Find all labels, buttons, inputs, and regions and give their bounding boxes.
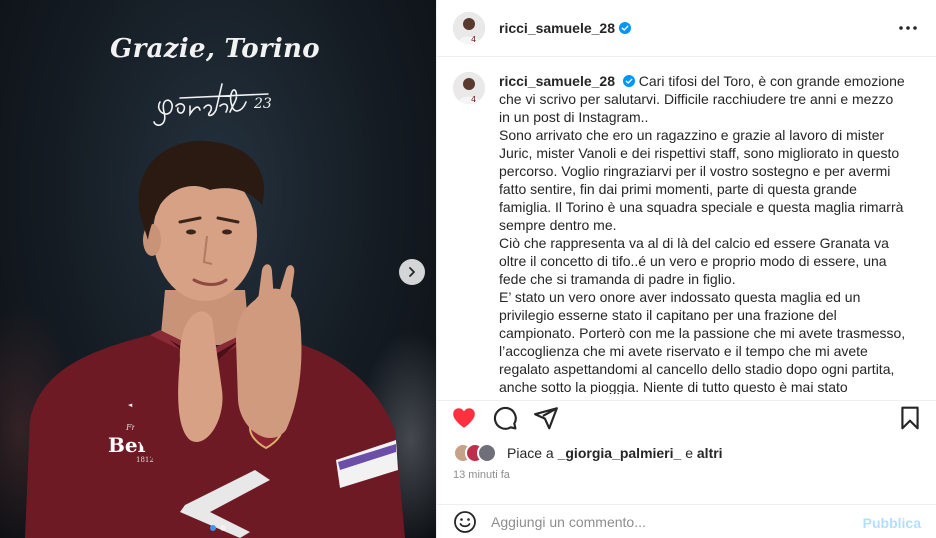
svg-text:4: 4 [471,95,476,104]
avatar [477,443,497,463]
likes-summary: Piace a _giorgia_palmieri_ e altri [453,443,723,463]
caption-avatar[interactable]: 4 [453,72,485,104]
paper-plane-icon[interactable] [533,405,559,431]
carousel-dot [220,525,226,531]
likes-text: Piace a _giorgia_palmieri_ e altri [507,445,723,461]
caption-paragraph: Ciò che rappresenta va al di là del calc… [499,235,889,287]
heart-filled-icon[interactable] [451,405,477,431]
more-options-icon[interactable] [898,20,918,36]
publish-button[interactable]: Pubblica [863,515,921,531]
post-image[interactable]: Grazie, Torino 23 Fratelli Beretta 1812 [0,0,436,538]
verified-badge-icon [622,75,635,87]
liker-avatars[interactable] [453,443,501,463]
caption-scroll-area[interactable]: 4 ricci_samuele_28 Cari tifosi del Toro,… [437,58,936,394]
verified-badge-icon [618,22,631,34]
carousel-indicator [0,525,436,531]
comment-bar: Pubblica [437,504,936,538]
comment-input[interactable] [491,513,831,530]
likes-prefix: Piace a [507,445,554,461]
caption: 4 ricci_samuele_28 Cari tifosi del Toro,… [453,72,921,394]
smiley-icon[interactable] [453,510,477,534]
jersey-year: 1812 [136,456,154,464]
svg-text:4: 4 [471,35,476,44]
caption-paragraph: Sono arrivato che ero un ragazzino e gra… [499,127,904,233]
caption-username[interactable]: ricci_samuele_28 [499,73,615,89]
carousel-next-button[interactable] [399,259,425,285]
likes-conjunction: e [685,445,693,461]
comment-bubble-icon[interactable] [492,405,518,431]
player-photo: Fratelli Beretta 1812 [25,140,405,538]
avatar[interactable]: 4 [453,12,485,44]
action-bar [437,400,936,434]
likes-others-link[interactable]: altri [697,445,723,461]
username[interactable]: ricci_samuele_28 [499,20,615,36]
chevron-right-icon [409,267,415,277]
post-header: 4 ricci_samuele_28 [437,0,936,57]
carousel-dot [210,525,216,531]
post-timestamp[interactable]: 13 minuti fa [453,469,510,481]
caption-paragraph: E’ stato un vero onore aver indossato qu… [499,289,906,394]
bookmark-icon[interactable] [897,405,923,431]
caption-text: ricci_samuele_28 Cari tifosi del Toro, è… [499,72,907,394]
liker-username[interactable]: _giorgia_palmieri_ [558,445,682,461]
post-side-panel: 4 ricci_samuele_28 4 ricci_samuele_28 Ca… [436,0,936,538]
